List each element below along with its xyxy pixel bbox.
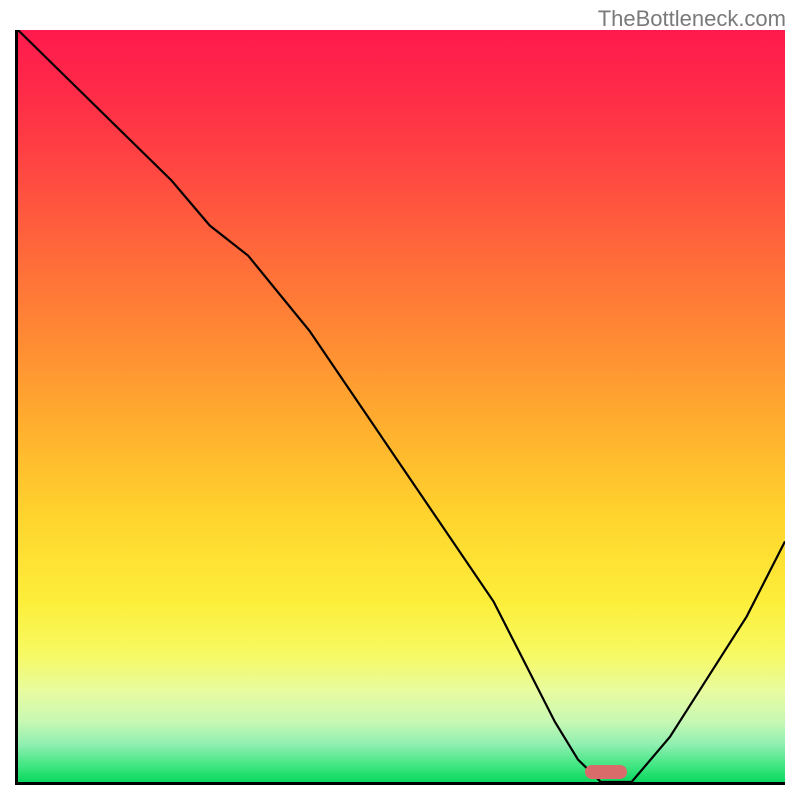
watermark-text: TheBottleneck.com	[598, 6, 786, 32]
chart-plot-area	[15, 30, 785, 785]
curve-path	[18, 30, 785, 782]
optimum-marker	[585, 765, 627, 779]
bottleneck-curve	[18, 30, 785, 782]
